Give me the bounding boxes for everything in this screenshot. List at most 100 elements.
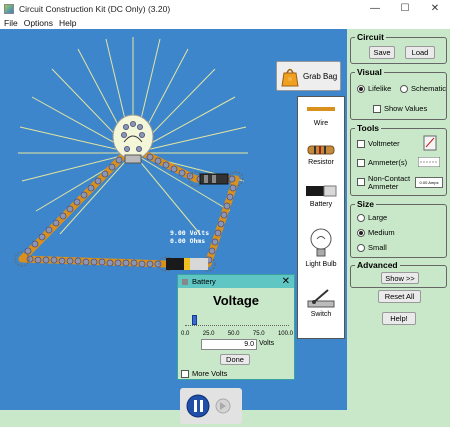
light-bulb-icon xyxy=(310,228,332,257)
tools-group: Tools Voltmeter Ammeter(s) Non-Contact A… xyxy=(350,123,447,196)
voltmeter-icon xyxy=(423,135,437,151)
grab-bag-label: Grab Bag xyxy=(303,71,338,81)
voltage-slider[interactable] xyxy=(185,315,289,329)
noncontact-ammeter-label-2: Ammeter xyxy=(368,182,399,191)
slider-track xyxy=(185,325,289,326)
grab-bag-button[interactable]: Grab Bag xyxy=(276,61,341,91)
toolbox-battery[interactable]: Battery xyxy=(298,185,344,208)
show-advanced-button[interactable]: Show >> xyxy=(381,272,419,284)
noncontact-ammeter-display: 0.00 Amps xyxy=(415,177,443,188)
show-values-option[interactable]: Show Values xyxy=(373,104,427,113)
toolbox-switch[interactable]: Switch xyxy=(298,287,344,318)
schematic-label: Schematic xyxy=(411,84,447,93)
size-large-option[interactable]: Large xyxy=(357,213,387,222)
ammeter-icon xyxy=(418,157,440,167)
battery-component xyxy=(166,258,208,270)
close-icon[interactable]: ✕ xyxy=(282,275,290,288)
lifelike-label: Lifelike xyxy=(368,84,392,93)
battery-dialog-icon xyxy=(182,278,188,285)
battery-dialog: Battery ✕ Voltage 0.0 25.0 50.0 75.0 100… xyxy=(177,274,295,380)
toolbox-wire[interactable]: Wire xyxy=(298,105,344,127)
minimize-icon[interactable]: — xyxy=(360,0,390,17)
show-values-label: Show Values xyxy=(384,104,428,113)
battery-dialog-title: Battery xyxy=(192,277,216,286)
help-button[interactable]: Help! xyxy=(382,312,416,325)
playback-svg xyxy=(186,394,231,418)
more-volts-label: More Volts xyxy=(192,369,228,378)
window-controls: — ☐ ✕ xyxy=(360,0,450,17)
more-volts-option[interactable]: More Volts xyxy=(181,369,227,378)
size-medium-label: Medium xyxy=(368,228,395,237)
advanced-group-title: Advanced xyxy=(355,260,400,270)
noncontact-ammeter-checkbox[interactable] xyxy=(357,178,365,186)
size-large-radio[interactable] xyxy=(357,213,365,222)
noncontact-ammeter-option[interactable]: Non-Contact Ammeter xyxy=(357,175,410,191)
voltage-field[interactable]: 9.0 xyxy=(201,339,257,350)
size-group-title: Size xyxy=(355,199,377,209)
slider-thumb[interactable] xyxy=(191,315,197,325)
ammeter-label: Ammeter(s) xyxy=(368,158,408,167)
circuit-group-title: Circuit xyxy=(355,32,386,42)
slider-tick: 25.0 xyxy=(202,331,215,337)
schematic-radio[interactable] xyxy=(400,84,408,93)
menu-options[interactable]: Options xyxy=(24,18,53,28)
menu-bar: File Options Help xyxy=(0,17,450,29)
menu-help[interactable]: Help xyxy=(59,18,76,28)
toolbox-resistor[interactable]: Resistor xyxy=(298,145,344,166)
ammeter-option[interactable]: Ammeter(s) xyxy=(357,158,407,167)
slider-tick: 100.0 xyxy=(277,331,293,337)
show-values-checkbox[interactable] xyxy=(373,104,381,113)
menu-file[interactable]: File xyxy=(4,18,18,28)
size-medium-radio[interactable] xyxy=(357,228,365,237)
size-group: Size Large Medium Small xyxy=(350,199,447,258)
size-medium-option[interactable]: Medium xyxy=(357,228,395,237)
ammeter-checkbox[interactable] xyxy=(357,158,365,167)
lifelike-option[interactable]: Lifelike xyxy=(357,84,391,93)
close-icon[interactable]: ✕ xyxy=(420,0,450,17)
app-icon xyxy=(4,3,14,14)
component-toolbox: Wire Resistor Battery Light Bulb Switch xyxy=(297,96,345,339)
toolbox-wire-label: Wire xyxy=(313,120,329,127)
reset-all-button[interactable]: Reset All xyxy=(378,290,421,303)
done-button[interactable]: Done xyxy=(220,354,250,365)
slider-tick: 75.0 xyxy=(252,331,265,337)
slider-tick: 50.0 xyxy=(227,331,240,337)
voltmeter-checkbox[interactable] xyxy=(357,139,365,148)
grab-bag-icon xyxy=(281,68,299,87)
size-small-label: Small xyxy=(368,243,387,252)
battery-volts: 9.00 Volts xyxy=(170,229,210,237)
advanced-group: Advanced Show >> xyxy=(350,260,447,288)
lifelike-radio[interactable] xyxy=(357,84,365,93)
switch-icon xyxy=(307,289,335,308)
schematic-option[interactable]: Schematic xyxy=(400,84,446,93)
voltmeter-option[interactable]: Voltmeter xyxy=(357,139,400,148)
toolbox-resistor-label: Resistor xyxy=(308,159,334,166)
toolbox-battery-label: Battery xyxy=(309,201,333,208)
more-volts-checkbox[interactable] xyxy=(181,369,189,378)
voltage-value: 9.0 xyxy=(244,341,254,348)
voltage-heading: Voltage xyxy=(213,293,259,308)
load-button[interactable]: Load xyxy=(405,46,435,59)
battery-readout: 9.00 Volts 0.00 Ohms xyxy=(170,229,209,245)
voltage-unit: Volts xyxy=(259,340,275,347)
resistor-icon xyxy=(307,145,335,155)
slider-ticks: 0.0 25.0 50.0 75.0 100.0 xyxy=(181,331,293,337)
window-title: Circuit Construction Kit (DC Only) (3.20… xyxy=(19,3,171,14)
battery-dialog-titlebar[interactable]: Battery ✕ xyxy=(178,275,294,288)
visual-group-title: Visual xyxy=(355,67,384,77)
resistor-component xyxy=(199,173,229,185)
ammeter-display-value: 0.00 Amps xyxy=(419,180,439,185)
pause-icon[interactable] xyxy=(186,394,210,418)
battery-ohms: 0.00 Ohms xyxy=(170,237,206,245)
toolbox-light-bulb[interactable]: Light Bulb xyxy=(298,227,344,268)
maximize-icon[interactable]: ☐ xyxy=(390,0,420,17)
size-small-option[interactable]: Small xyxy=(357,243,387,252)
wire-icon xyxy=(307,107,335,111)
toolbox-light-bulb-label: Light Bulb xyxy=(305,261,337,268)
size-large-label: Large xyxy=(368,213,388,222)
slider-tick: 0.0 xyxy=(181,331,190,337)
size-small-radio[interactable] xyxy=(357,243,365,252)
save-button[interactable]: Save xyxy=(369,46,395,59)
visual-group: Visual Lifelike Schematic Show Values xyxy=(350,67,447,120)
window-titlebar: Circuit Construction Kit (DC Only) (3.20… xyxy=(0,0,450,17)
